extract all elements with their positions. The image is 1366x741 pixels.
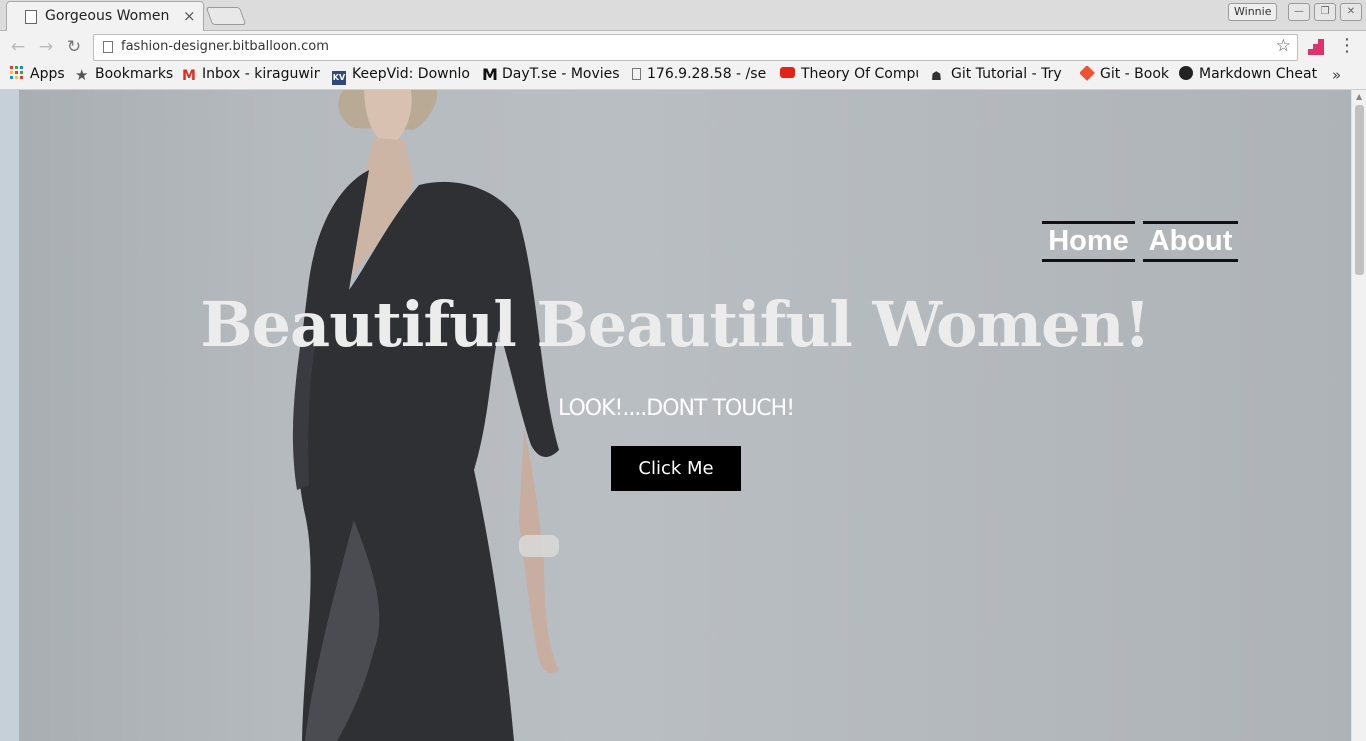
hero-subheading: LOOK!....DONT TOUCH! [557,396,795,421]
bookmark-bookmarks[interactable]: ★ Bookmarks [75,66,173,82]
new-tab-button[interactable] [205,7,247,25]
tab-title: Gorgeous Women [45,8,170,24]
git-icon [1080,66,1095,81]
bookmark-apps[interactable]: Apps [10,66,65,82]
tab-strip: Gorgeous Women × Winnie — ❐ ✕ [0,0,1366,31]
bookmark-git-book[interactable]: Git - Book [1080,66,1169,82]
nav-home-link[interactable]: Home [1042,221,1135,262]
bookmark-inbox[interactable]: M Inbox - kiraguwin [182,66,320,83]
back-icon[interactable]: ← [7,36,29,58]
profile-button[interactable]: Winnie [1228,3,1278,21]
vertical-scrollbar[interactable]: ▲ [1351,90,1366,741]
page-viewport: Home About Beautiful Beautiful Women! LO… [0,90,1366,741]
scroll-up-icon[interactable]: ▲ [1356,92,1362,101]
bookmark-dayt[interactable]: M DayT.se - Movies [482,66,620,82]
forward-icon[interactable]: → [35,36,57,58]
bookmark-label: Inbox - kiraguwin [202,66,320,82]
codeschool-icon: ☗ [931,69,942,83]
gmail-icon: M [182,68,196,83]
extension-icon[interactable] [1308,39,1324,55]
bookmark-star-icon[interactable]: ☆ [1276,36,1291,56]
bookmark-git-tutorial[interactable]: ☗ Git Tutorial - Try [931,66,1069,83]
page-icon [103,41,113,53]
nav-about-link[interactable]: About [1143,221,1238,262]
page-icon [25,10,37,24]
address-bar[interactable]: fashion-designer.bitballoon.com ☆ [93,34,1298,61]
bookmark-label: Git - Book [1100,66,1170,82]
bookmark-ip[interactable]: 176.9.28.58 - /se [632,66,768,82]
bookmark-keepvid[interactable]: KV KeepVid: Downlo [332,66,470,85]
bookmark-label: Theory Of Compu [801,66,918,82]
browser-toolbar: ← → ↻ fashion-designer.bitballoon.com ☆ … [0,31,1366,63]
bookmark-label: 176.9.28.58 - /se [647,66,767,82]
page-icon [632,68,641,80]
url-text: fashion-designer.bitballoon.com [121,39,329,54]
click-me-button[interactable]: Click Me [611,446,741,491]
bookmark-label: Apps [30,66,65,82]
bookmark-label: Bookmarks [95,66,174,82]
window-close-icon[interactable]: ✕ [1340,3,1362,21]
browser-tab[interactable]: Gorgeous Women × [6,1,204,31]
bookmark-label: DayT.se - Movies [502,66,620,82]
star-icon: ★ [75,66,89,83]
apps-grid-icon [10,66,23,79]
github-icon [1179,66,1193,80]
bookmark-label: Markdown Cheat [1199,66,1317,82]
hero-headline: Beautiful Beautiful Women! [200,288,1151,361]
close-icon[interactable]: × [183,7,196,25]
bookmark-markdown[interactable]: Markdown Cheat [1179,66,1317,82]
youtube-icon [780,67,795,78]
hero-section: Home About Beautiful Beautiful Women! LO… [19,90,1351,741]
scrollbar-thumb[interactable] [1355,105,1364,275]
reload-icon[interactable]: ↻ [63,36,85,58]
bookmark-theory[interactable]: Theory Of Compu [780,66,918,82]
minimize-icon[interactable]: — [1288,3,1310,21]
bookmarks-overflow-icon[interactable]: » [1332,66,1341,84]
keepvid-icon: KV [332,71,346,85]
bookmarks-bar: Apps ★ Bookmarks M Inbox - kiraguwin KV Kee… [0,63,1366,90]
bookmark-label: KeepVid: Downlo [352,66,470,82]
menu-icon[interactable]: ⋮ [1338,35,1356,56]
restore-icon[interactable]: ❐ [1314,3,1336,21]
bookmark-label: Git Tutorial - Try [951,66,1062,82]
dayt-icon: M [482,66,498,83]
